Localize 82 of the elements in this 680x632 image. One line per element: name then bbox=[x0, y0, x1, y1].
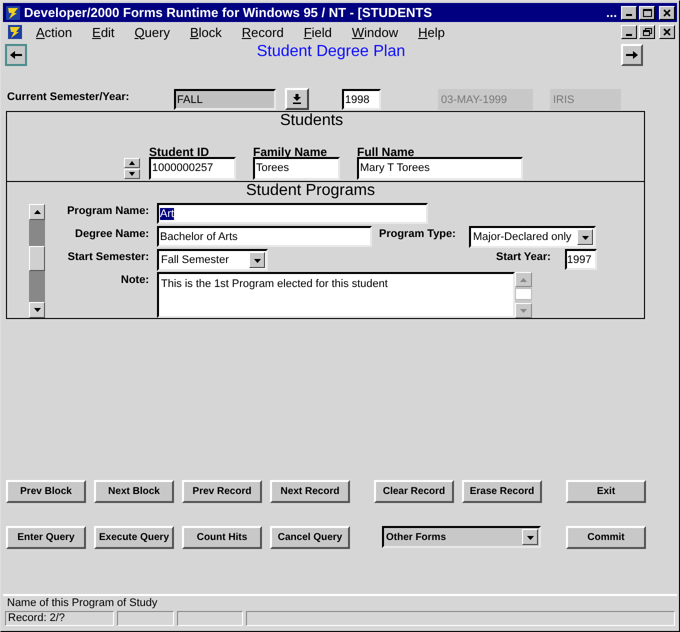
date-field: 03-MAY-1999 bbox=[438, 89, 533, 110]
text-area[interactable]: This is the 1st Program elected for this student bbox=[157, 272, 515, 318]
maximize-icon bbox=[642, 8, 652, 16]
window-title: Developer/2000 Forms Runtime for Windows 95 / NT - [STUDENTS bbox=[24, 5, 432, 20]
close-button[interactable] bbox=[659, 25, 675, 39]
restore-icon bbox=[642, 28, 652, 36]
menu-item[interactable]: Query bbox=[132, 24, 172, 40]
push-button[interactable]: Clear Record bbox=[374, 480, 454, 503]
dropdown[interactable]: Other Forms bbox=[382, 526, 541, 548]
field-label: Start Semester: bbox=[66, 251, 149, 263]
restore-button[interactable] bbox=[639, 25, 655, 39]
push-button[interactable]: Prev Record bbox=[182, 480, 262, 503]
close-button[interactable] bbox=[659, 6, 675, 20]
status-cell bbox=[117, 611, 174, 626]
text-field[interactable]: Torees bbox=[253, 157, 340, 180]
app-icon bbox=[5, 4, 21, 20]
push-button[interactable]: Erase Record bbox=[462, 480, 542, 503]
push-button[interactable]: Cancel Query bbox=[270, 526, 350, 549]
close-icon bbox=[663, 28, 671, 36]
text-field[interactable]: Bachelor of Arts bbox=[157, 226, 372, 247]
push-button[interactable]: Commit bbox=[566, 526, 646, 549]
text-field[interactable]: 1997 bbox=[565, 249, 597, 270]
close-icon bbox=[663, 8, 671, 16]
arrow-up-icon bbox=[129, 161, 135, 165]
menu-item[interactable]: Edit bbox=[90, 24, 117, 40]
field-label: Student ID bbox=[149, 145, 209, 159]
forward-button[interactable] bbox=[621, 44, 643, 66]
push-button[interactable]: Prev Block bbox=[6, 480, 86, 503]
scrollbar[interactable] bbox=[515, 272, 532, 318]
minimize-button[interactable] bbox=[621, 25, 637, 39]
status-cell bbox=[177, 611, 243, 626]
push-button[interactable]: Next Record bbox=[270, 480, 350, 503]
field-label: Current Semester/Year: bbox=[7, 91, 130, 103]
minimize-icon bbox=[626, 14, 632, 16]
field-label: Family Name bbox=[253, 145, 328, 159]
arrow-left-icon bbox=[9, 50, 23, 60]
dropdown[interactable]: Major-Declared only bbox=[469, 226, 596, 248]
arrow-down-icon bbox=[520, 308, 527, 312]
field-label: Start Year: bbox=[496, 251, 551, 263]
text-field[interactable]: 1000000257 bbox=[149, 157, 236, 180]
status-message: Name of this Program of Study bbox=[6, 597, 158, 610]
maximize-button[interactable] bbox=[639, 6, 655, 20]
menu-item[interactable]: Record bbox=[240, 24, 286, 40]
arrow-down-icon bbox=[129, 172, 135, 176]
field-label: Program Name: bbox=[66, 205, 149, 217]
arrow-right-icon bbox=[625, 50, 639, 60]
push-button[interactable]: Exit bbox=[566, 480, 646, 503]
menu-item[interactable]: Block bbox=[188, 24, 224, 40]
push-button[interactable]: Next Block bbox=[94, 480, 174, 503]
text-field[interactable]: Mary T Torees bbox=[357, 157, 523, 180]
record-indicator: Record: 2/? bbox=[5, 611, 114, 626]
list-of-values-button[interactable] bbox=[285, 88, 309, 110]
field-label: Degree Name: bbox=[74, 228, 149, 240]
text-field[interactable]: Art bbox=[157, 203, 428, 224]
menu-item[interactable]: Field bbox=[302, 24, 334, 40]
minimize-icon bbox=[626, 34, 632, 36]
semester-field: FALL bbox=[174, 89, 276, 110]
scroll-thumb[interactable] bbox=[29, 246, 45, 271]
menu-item[interactable]: Window bbox=[350, 24, 400, 40]
push-button[interactable]: Count Hits bbox=[182, 526, 262, 549]
arrow-up-icon bbox=[34, 210, 40, 214]
field-label: Program Type: bbox=[379, 228, 456, 240]
field-label: Note: bbox=[120, 274, 149, 286]
menu-item[interactable]: Help bbox=[416, 24, 447, 40]
menu-item[interactable]: Action bbox=[34, 24, 74, 40]
push-button[interactable]: Execute Query bbox=[94, 526, 174, 549]
minimize-button[interactable] bbox=[621, 6, 637, 20]
arrow-down-icon bbox=[34, 308, 40, 312]
scrollbar[interactable] bbox=[29, 204, 45, 318]
spin-up-button[interactable] bbox=[124, 158, 140, 168]
dropdown[interactable]: Fall Semester bbox=[157, 249, 268, 271]
year-field: 1998 bbox=[342, 89, 381, 110]
user-field: IRIS bbox=[550, 89, 621, 110]
push-button[interactable]: Enter Query bbox=[6, 526, 86, 549]
title-ellipsis: ... bbox=[606, 5, 617, 20]
back-button[interactable] bbox=[5, 44, 27, 66]
app-icon bbox=[7, 24, 23, 40]
field-label: Full Name bbox=[357, 145, 414, 159]
spin-down-button[interactable] bbox=[124, 169, 140, 179]
form-heading: Student Degree Plan bbox=[256, 43, 406, 61]
arrow-up-icon bbox=[520, 278, 527, 282]
arrow-down-icon bbox=[292, 94, 302, 104]
